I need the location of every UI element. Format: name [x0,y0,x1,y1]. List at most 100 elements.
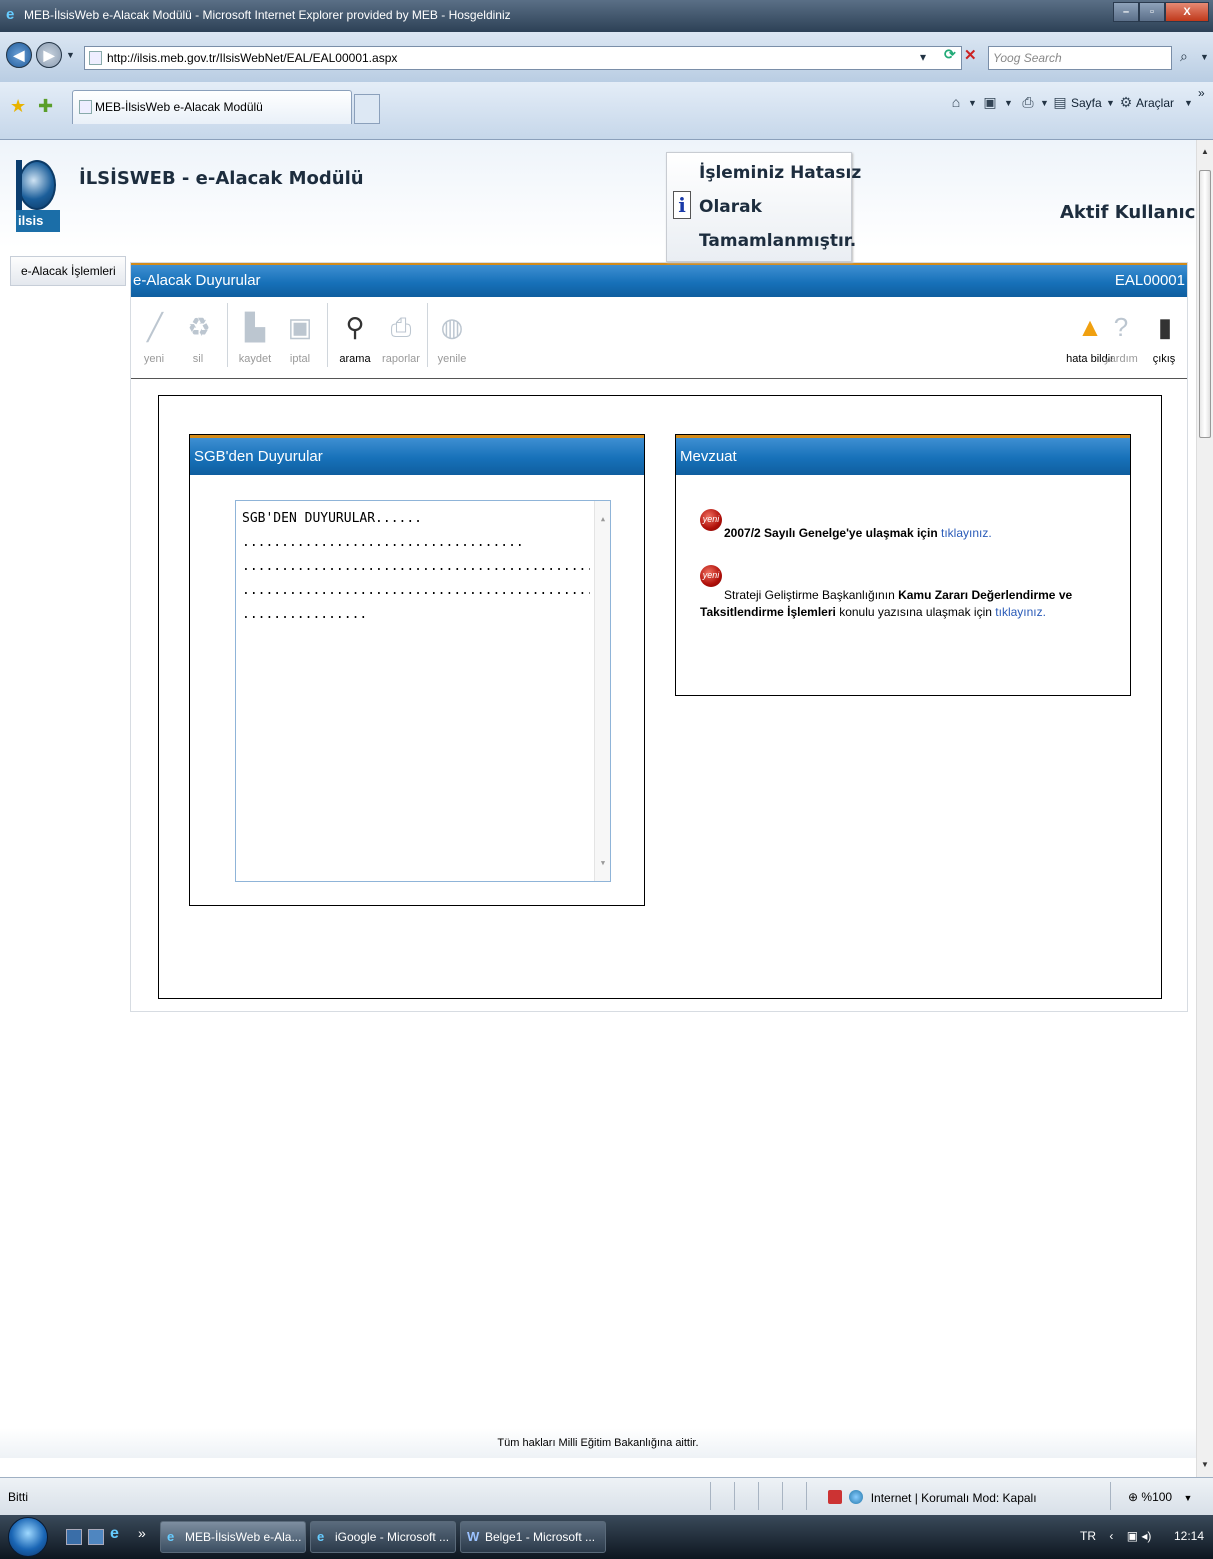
page-menu[interactable]: Sayfa [1071,96,1102,110]
tray-expand-icon[interactable]: ‹ [1109,1529,1113,1543]
content-title: e-Alacak Duyurular [133,272,261,289]
page-menu-icon: ▤ [1053,94,1067,110]
exit-door-icon: ▮ [1157,312,1173,342]
search-options-icon[interactable]: ▼ [1200,52,1209,62]
new-tab-button[interactable] [354,94,380,124]
scroll-thumb[interactable] [1199,170,1211,438]
scroll-down-icon[interactable]: ▼ [595,851,610,875]
zoom-dropdown-icon[interactable]: ▼ [1183,1493,1192,1503]
window-title: MEB-İlsisWeb e-Alacak Modülü - Microsoft… [24,8,511,22]
stop-icon[interactable]: ✕ [964,46,980,64]
address-input[interactable]: http://ilsis.meb.gov.tr/IlsisWebNet/EAL/… [84,46,962,70]
scroll-down-icon[interactable]: ▼ [1197,1457,1213,1473]
new-button[interactable]: ╱ yeni [139,307,169,373]
tab-page-icon [79,100,92,114]
exit-button[interactable]: ▮ çıkış [1149,307,1179,373]
help-icon: ? [1113,312,1129,342]
refresh-button[interactable]: ◍ yenile [435,307,469,373]
ie-icon: e [317,1529,325,1544]
textarea-scrollbar[interactable]: ▲ ▼ [594,501,610,881]
switch-windows-icon[interactable] [88,1529,104,1545]
genelge-link[interactable]: tıklayınız. [941,526,992,540]
home-icon[interactable]: ⌂ [948,94,964,110]
search-input[interactable]: Yoog Search [988,46,1172,70]
success-message-box: i İşleminiz Hatasız Olarak Tamamlanmıştı… [666,152,861,262]
page-scrollbar[interactable]: ▲ ▼ [1196,140,1213,1477]
reports-button[interactable]: ⎙ raporlar [381,307,421,373]
protected-mode-icon [828,1490,842,1504]
close-button[interactable]: X [1165,2,1209,22]
internet-zone-icon [849,1490,864,1504]
clock[interactable]: 12:14 [1174,1529,1204,1543]
address-toolbar: ◀ ▶ ▼ http://ilsis.meb.gov.tr/IlsisWebNe… [0,32,1213,82]
back-button[interactable]: ◀ [6,42,32,68]
taskbar-button-word[interactable]: W Belge1 - Microsoft ... [460,1521,606,1553]
announcement-line: .................................... [242,535,524,550]
window-title-bar: e MEB-İlsisWeb e-Alacak Modülü - Microso… [0,0,1213,32]
recycle-bin-icon: ♻ [187,312,211,342]
more-commands-chevron[interactable]: » [1198,86,1205,100]
feeds-icon[interactable]: ▣ [982,94,998,110]
feeds-dropdown-icon[interactable]: ▼ [1004,98,1013,108]
announcements-textarea[interactable]: SGB'DEN DUYURULAR...... ................… [235,500,611,882]
address-dropdown-icon[interactable]: ▾ [920,50,926,64]
page-menu-dropdown-icon[interactable]: ▼ [1106,98,1115,108]
add-favorites-icon[interactable]: ✚ [38,96,53,117]
refresh-icon[interactable]: ⟳ [944,46,962,68]
genelge-text: 2007/2 Sayılı Genelge'ye ulaşmak için [724,526,938,540]
help-button[interactable]: ? yardım [1103,307,1139,373]
security-zone[interactable]: Internet | Korumalı Mod: Kapalı [828,1490,1037,1505]
ie-quicklaunch-icon[interactable]: e [110,1525,126,1542]
pencil-icon: ╱ [147,312,163,342]
gear-icon: ⚙ [1119,94,1133,110]
message-line-1: İşleminiz Hatasız [699,163,862,183]
tools-dropdown-icon[interactable]: ▼ [1184,98,1193,108]
app-header: ilsis İLSİSWEB - e-Alacak Modülü Aktif K… [0,140,1196,248]
system-tray: TR ‹ ▣ ◂) [1080,1529,1151,1543]
tab-bar: ★ ✚ MEB-İlsisWeb e-Alacak Modülü ⌂ ▼ ▣ ▼… [0,82,1213,140]
status-text: Bitti [8,1490,29,1504]
home-dropdown-icon[interactable]: ▼ [968,98,977,108]
cancel-button[interactable]: ▣ iptal [283,307,317,373]
volume-icon[interactable]: ◂) [1141,1529,1151,1543]
window-controls: – ▫ X [1113,2,1209,22]
history-dropdown-icon[interactable]: ▼ [66,50,75,60]
status-bar: Bitti Internet | Korumalı Mod: Kapalı ⊕ … [0,1477,1213,1515]
new-badge-icon: yeni [700,509,722,531]
page-footer: Tüm hakları Milli Eğitim Bakanlığına ait… [0,1428,1196,1458]
search-icon[interactable]: ⌕ [1180,48,1188,65]
quicklaunch-more-icon[interactable]: » [138,1525,146,1541]
delete-button[interactable]: ♻ sil [183,307,213,373]
favorites-star-icon[interactable]: ★ [10,96,26,117]
network-icon[interactable]: ▣ [1127,1529,1138,1543]
new-badge-icon: yeni [700,565,722,587]
announcement-line: ................ [242,607,368,622]
announcement-line: ........................................… [242,583,590,598]
search-button[interactable]: ⚲ arama [335,307,375,373]
zoom-level: %100 [1141,1490,1173,1504]
scroll-up-icon[interactable]: ▲ [595,507,610,531]
warning-icon: ▲ [1077,312,1103,342]
print-icon[interactable]: ⎙ [1020,94,1036,110]
tab-active[interactable]: MEB-İlsisWeb e-Alacak Modülü [72,90,352,124]
tools-menu[interactable]: Araçlar [1136,96,1174,110]
start-button[interactable] [8,1517,48,1557]
maximize-button[interactable]: ▫ [1139,2,1165,22]
kamu-zarari-link[interactable]: tıklayınız. [995,605,1046,619]
taskbar-button-igoogle[interactable]: e iGoogle - Microsoft ... [310,1521,456,1553]
tab-label: MEB-İlsisWeb e-Alacak Modülü [95,100,263,114]
print-dropdown-icon[interactable]: ▼ [1040,98,1049,108]
mevzuat-panel: Mevzuat yeni 2007/2 Sayılı Genelge'ye ul… [675,434,1131,696]
sidebar-item-e-alacak-islemleri[interactable]: e-Alacak İşlemleri [10,256,126,286]
zoom-control[interactable]: ⊕ %100 ▼ [1128,1490,1192,1504]
scroll-up-icon[interactable]: ▲ [1197,144,1213,160]
taskbar-button-ilsis[interactable]: e MEB-İlsisWeb e-Ala... [160,1521,306,1553]
show-desktop-icon[interactable] [66,1529,82,1545]
forward-button[interactable]: ▶ [36,42,62,68]
save-button[interactable]: ▙ kaydet [235,307,275,373]
language-indicator[interactable]: TR [1080,1529,1096,1543]
logo-label: ilsis [16,210,60,232]
zoom-icon: ⊕ [1128,1490,1139,1504]
address-text: http://ilsis.meb.gov.tr/IlsisWebNet/EAL/… [107,51,398,65]
minimize-button[interactable]: – [1113,2,1139,22]
